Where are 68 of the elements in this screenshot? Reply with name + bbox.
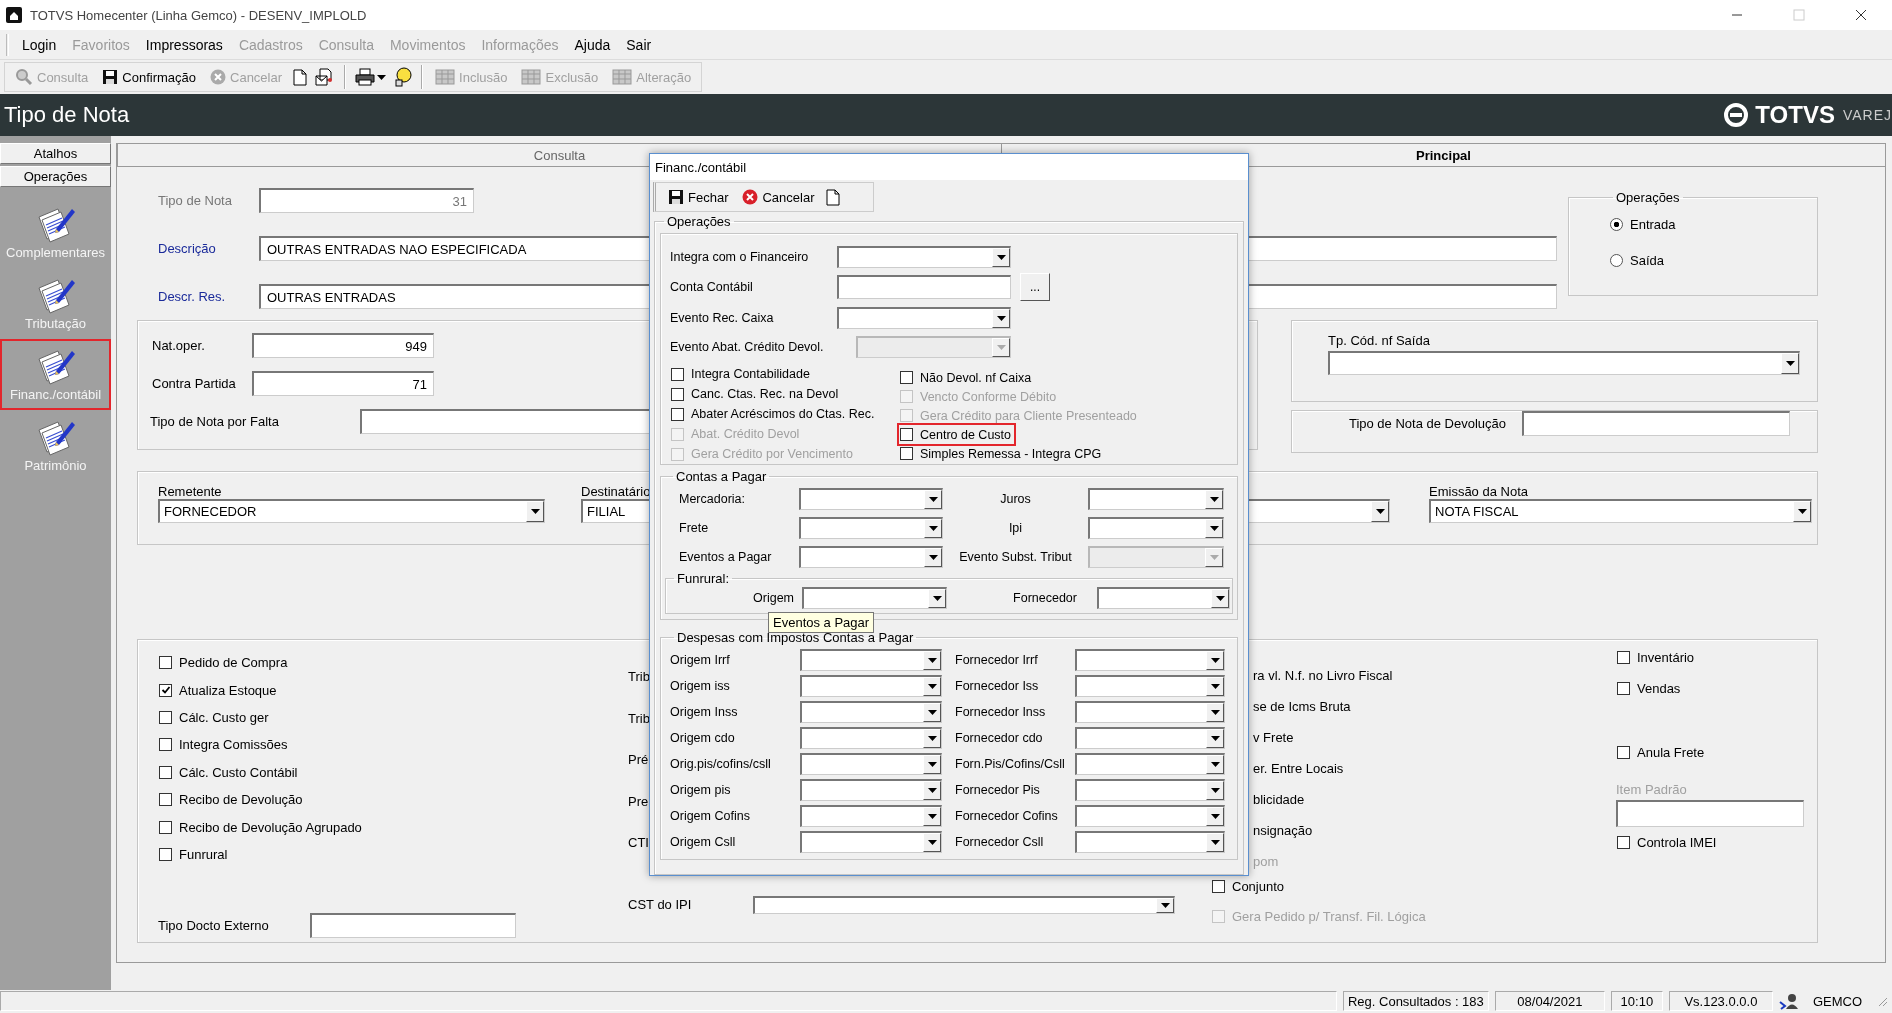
field-label: Emissão da Nota [1429, 484, 1529, 499]
field-label: Orig.pis/cofins/csll [670, 757, 772, 771]
field-label: Fornecedor Cofins [954, 809, 1059, 823]
field-label: Contra Partida [151, 376, 237, 391]
field-label: Pre [628, 793, 649, 809]
field-label: Item Padrão [1616, 781, 1687, 797]
field-label: CST do IPI [628, 897, 693, 912]
field-label: se de Icms Bruta [1253, 699, 1351, 714]
field-label: nsignação [1253, 823, 1313, 838]
status-record-count: Reg. Consultados : 183 [1342, 991, 1489, 1011]
field-label: CTI [628, 835, 649, 851]
field-label: Trib [628, 710, 650, 726]
field-label: Origem cdo [670, 731, 736, 745]
status-company: GEMCO [1811, 993, 1863, 1009]
logo-subtitle: VAREJ [1842, 107, 1892, 123]
field-label: Integra com o Financeiro [670, 249, 810, 264]
group-title: Funrural: [676, 571, 731, 586]
field-label: Tipo de Nota [157, 193, 233, 208]
field-label: Tp. Cód. nf Saída [1328, 333, 1431, 348]
field-label: Eventos a Pagar [678, 549, 773, 564]
field-label: Nat.oper. [151, 338, 206, 353]
field-label: ra vl. N.f. no Livro Fiscal [1253, 668, 1393, 683]
field-label: Juros [999, 491, 1032, 506]
status-version: Vs.123.0.0.0 [1668, 991, 1773, 1011]
field-label: Trib [628, 669, 650, 685]
field-label: Origem Inss [670, 705, 739, 719]
status-time: 10:10 [1610, 991, 1663, 1011]
field-label: Origem Csll [670, 835, 737, 849]
field-label: Descr. Res. [157, 289, 227, 304]
field-label: er. Entre Locais [1253, 761, 1344, 776]
field-label: Frete [678, 520, 710, 535]
field-label: Mercadoria: [678, 491, 746, 506]
field-label: Conta Contábil [670, 280, 754, 294]
field-label: Remetente [158, 484, 223, 499]
field-label: Descrição [157, 241, 217, 256]
field-label: Tipo de Nota de Devolução [1347, 416, 1507, 431]
field-label: Fornecedor Csll [954, 835, 1045, 849]
field-label: Origem pis [670, 783, 732, 797]
group-title: Contas a Pagar [675, 469, 768, 484]
field-label: Origem Irrf [670, 653, 731, 667]
field-label: Fornecedor Irrf [954, 653, 1039, 667]
status-date: 08/04/2021 [1494, 991, 1605, 1011]
field-label: Pré [628, 752, 649, 768]
field-label: Origem [752, 591, 795, 605]
field-label: Ipi [1007, 520, 1024, 535]
field-label: Origem Cofins [670, 809, 751, 823]
field-label: Origem iss [670, 679, 731, 693]
field-label: Evento Rec. Caixa [670, 310, 775, 325]
field-label: Fornecedor Inss [954, 705, 1047, 719]
field-label: blicidade [1253, 792, 1305, 807]
field-label: Fornecedor cdo [954, 731, 1044, 745]
field-label: Fornecedor [1012, 591, 1078, 605]
logo-text: TOTVS [1755, 101, 1835, 129]
field-label: Tipo Docto Externo [158, 918, 270, 934]
window-title: TOTVS Homecenter (Linha Gemco) - DESENV_IMPLOLD [30, 7, 367, 23]
field-label: Fornecedor Iss [954, 679, 1040, 693]
field-label: Evento Subst. Tribut [958, 549, 1073, 564]
page-title: Tipo de Nota [4, 102, 130, 128]
field-label: Fornecedor Pis [954, 783, 1041, 797]
group-title: Operações [1615, 190, 1681, 205]
tooltip: Eventos a Pagar [768, 612, 875, 633]
group-title: Operações [666, 214, 732, 229]
field-label: Tipo de Nota por Falta [149, 414, 280, 429]
field-label: pom [1253, 854, 1279, 869]
group-title: Despesas com Impostos Contas a Pagar [676, 630, 915, 645]
field-label: Evento Abat. Crédito Devol. [670, 339, 825, 354]
field-label: v Frete [1253, 730, 1294, 745]
field-label: Forn.Pis/Cofins/Csll [954, 757, 1066, 771]
